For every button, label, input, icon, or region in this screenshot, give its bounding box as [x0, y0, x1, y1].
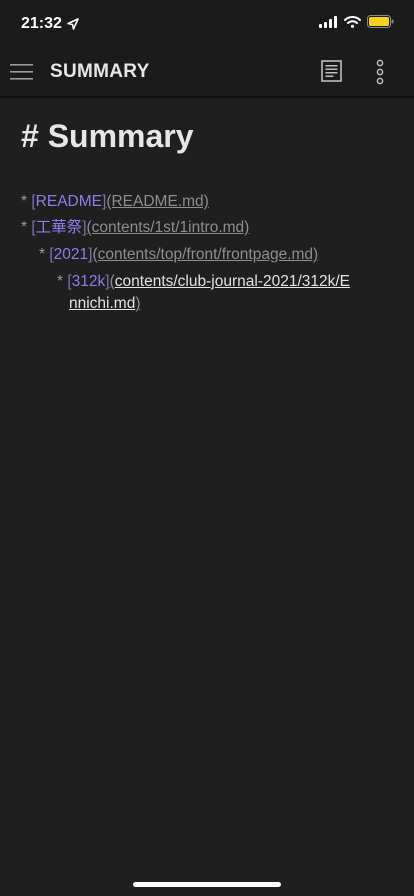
menu-icon	[10, 64, 33, 80]
list-bullet: *	[57, 273, 64, 290]
link-text-readme[interactable]: README	[36, 193, 102, 210]
list-bullet: *	[21, 219, 28, 236]
link-url-readme[interactable]: (README.md)	[106, 193, 208, 210]
status-time-group: 21:32	[21, 15, 79, 33]
link-text-kokasai[interactable]: 工華祭	[36, 219, 83, 236]
menu-button[interactable]	[10, 60, 34, 84]
battery-icon	[367, 15, 394, 28]
list-item-312k-continuation: nnichi.md)	[69, 293, 141, 315]
status-time: 21:32	[21, 15, 62, 32]
document-heading: # Summary	[21, 118, 194, 154]
link-text-2021[interactable]: 2021	[54, 246, 88, 263]
status-indicators	[319, 15, 394, 28]
more-vertical-icon	[376, 59, 384, 85]
list-bullet: *	[21, 193, 28, 210]
document-view-button[interactable]	[320, 59, 344, 83]
more-options-button[interactable]	[370, 58, 390, 86]
link-text-312k[interactable]: 312k	[72, 273, 106, 290]
wifi-icon	[344, 15, 361, 28]
signal-icon	[319, 15, 337, 28]
app-title: SUMMARY	[50, 61, 150, 82]
list-item-readme: * [README](README.md)	[21, 191, 209, 213]
list-bullet: *	[39, 246, 46, 263]
link-url-312k-line2[interactable]: nnichi.md	[69, 295, 135, 312]
location-arrow-icon	[67, 18, 79, 30]
link-url-312k-line1[interactable]: contents/club-journal-2021/312k/E	[115, 273, 350, 290]
document-icon	[321, 60, 342, 82]
status-bar: 21:32	[0, 0, 414, 48]
link-paren-close: )	[135, 295, 141, 312]
link-url-2021[interactable]: (contents/top/front/frontpage.md)	[92, 246, 318, 263]
list-item-2021: * [2021](contents/top/front/frontpage.md…	[39, 244, 318, 266]
link-url-kokasai[interactable]: (contents/1st/1intro.md)	[87, 219, 250, 236]
home-indicator[interactable]	[133, 882, 281, 887]
app-bar: SUMMARY	[0, 48, 414, 98]
list-item-312k: * [312k](contents/club-journal-2021/312k…	[57, 271, 350, 293]
list-item-kokasai: * [工華祭](contents/1st/1intro.md)	[21, 217, 249, 239]
